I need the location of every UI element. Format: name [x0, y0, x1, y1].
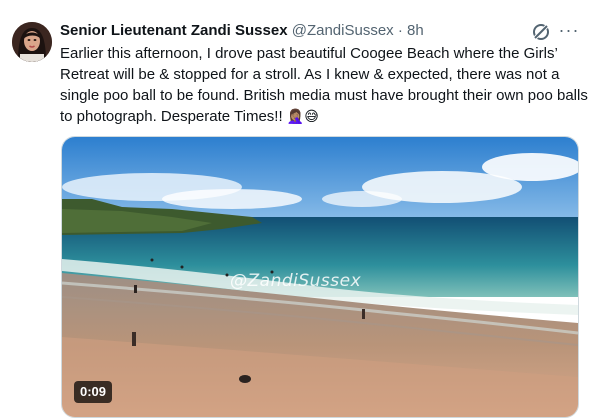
author-handle[interactable]: @ZandiSussex: [292, 22, 394, 39]
avatar[interactable]: [12, 22, 52, 62]
video-duration-badge: 0:09: [74, 381, 113, 403]
tweet-body: Earlier this afternoon, I drove past bea…: [60, 45, 588, 125]
tweet-text: Earlier this afternoon, I drove past bea…: [60, 43, 588, 127]
more-icon[interactable]: ···: [558, 20, 580, 42]
grok-icon[interactable]: [530, 21, 552, 43]
separator: ·: [397, 22, 403, 39]
video-watermark: @ZandiSussex: [230, 271, 362, 291]
author-name[interactable]: Senior Lieutenant Zandi Sussex: [60, 22, 288, 39]
timestamp[interactable]: 8h: [407, 22, 424, 39]
video-player[interactable]: @ZandiSussex 0:09: [61, 136, 579, 418]
tweet[interactable]: Senior Lieutenant Zandi Sussex @ZandiSus…: [0, 0, 597, 418]
tweet-emojis: 🤦🏽‍♀️😅: [286, 108, 319, 124]
avatar-image: [12, 22, 52, 62]
tweet-header: Senior Lieutenant Zandi Sussex @ZandiSus…: [60, 21, 537, 41]
